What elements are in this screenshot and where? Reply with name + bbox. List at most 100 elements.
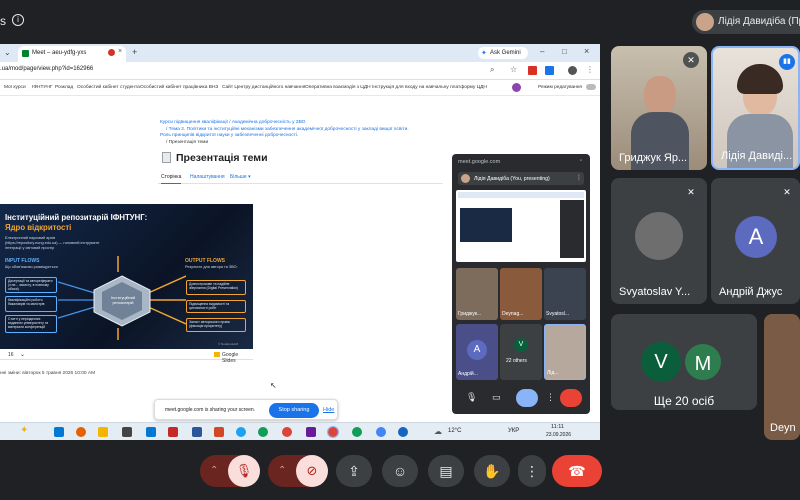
- store-icon[interactable]: [146, 427, 156, 437]
- mini-tile-name: Svyatosl...: [546, 311, 570, 317]
- shared-screen: ⌄ Meet – aeu-ydfg-yxs × + ✦ Ask Gemini –…: [0, 44, 600, 440]
- bookmarks-bar: Мої курси ІФНТУНГ Розклад Особистий кабі…: [0, 80, 600, 96]
- avatar: [635, 212, 683, 260]
- participant-tile[interactable]: Deyn: [764, 314, 800, 440]
- output-item: Підвищення видимості та цитованості робі…: [186, 300, 246, 313]
- tab-page[interactable]: Сторінка: [161, 174, 182, 184]
- extension-icon[interactable]: [528, 66, 537, 75]
- tab-more[interactable]: Більше ▾: [230, 174, 251, 180]
- app-icon[interactable]: [398, 427, 408, 437]
- leave-call-button[interactable]: ☎: [552, 455, 602, 487]
- app-icon[interactable]: [122, 427, 132, 437]
- bookmark-item[interactable]: Оперативна взаємодія з ЦДН: [305, 85, 371, 90]
- widgets-icon[interactable]: ✦: [20, 425, 28, 436]
- app-icon[interactable]: [168, 427, 178, 437]
- app-icon[interactable]: [236, 427, 246, 437]
- folder-icon[interactable]: [98, 427, 108, 437]
- bookmark-item[interactable]: ІФНТУНГ: [32, 85, 52, 90]
- more-options-button[interactable]: ⋮: [518, 455, 546, 487]
- raise-hand-button[interactable]: ✋: [474, 455, 510, 487]
- more-participants-tile[interactable]: V M Ще 20 осіб: [611, 314, 757, 410]
- browser-tab[interactable]: Meet – aeu-ydfg-yxs ×: [18, 46, 126, 62]
- word-icon[interactable]: [192, 427, 202, 437]
- end-call-button[interactable]: [560, 389, 582, 407]
- mic-off-icon[interactable]: 🎙: [228, 455, 260, 487]
- participant-tile[interactable]: ✕ Гриджук Яр...: [611, 46, 707, 170]
- more-options-icon[interactable]: ⋮: [576, 174, 582, 181]
- profile-icon[interactable]: [568, 66, 577, 75]
- chrome-icon[interactable]: [327, 426, 339, 438]
- zoom-icon[interactable]: ⌕: [490, 65, 494, 75]
- menu-icon[interactable]: ⋮: [586, 65, 594, 74]
- temperature: 12°C: [448, 428, 462, 434]
- avatar: A: [467, 340, 487, 360]
- chevron-up-icon[interactable]: ⌃: [278, 455, 286, 487]
- new-tab-button[interactable]: +: [132, 47, 137, 57]
- captions-button[interactable]: ▤: [428, 455, 464, 487]
- edit-mode-toggle[interactable]: [586, 84, 596, 90]
- chrome-icon[interactable]: [282, 427, 292, 437]
- extension-icon[interactable]: [545, 66, 554, 75]
- info-icon[interactable]: i: [12, 14, 24, 26]
- bookmark-item[interactable]: Інструкція для входу на навчальну платфо…: [372, 85, 487, 90]
- participant-name: Лідія Давиді...: [721, 150, 793, 162]
- user-avatar[interactable]: [512, 83, 521, 92]
- microphone-icon[interactable]: 🎙: [466, 392, 477, 403]
- others-count: 22 others: [506, 358, 527, 364]
- bookmark-item[interactable]: Розклад: [55, 85, 73, 90]
- start-icon[interactable]: [54, 427, 64, 437]
- breadcrumb-item[interactable]: Роль принципів відкритої науки у забезпе…: [160, 133, 298, 138]
- bookmark-item[interactable]: Сайт Центру дистанційного навчання: [222, 85, 305, 90]
- breadcrumb-item[interactable]: / Академічна доброчесність у ЗВО: [229, 120, 305, 125]
- mic-control[interactable]: ⌃ 🎙: [200, 455, 260, 487]
- chrome-icon[interactable]: [352, 427, 362, 437]
- address-bar[interactable]: .ua/mod/page/view.php?id=162966 ⌕ ☆ ⋮: [0, 62, 600, 80]
- chevron-up-icon[interactable]: ⌃: [210, 455, 218, 487]
- camera-control[interactable]: ⌃ ⊘: [268, 455, 328, 487]
- breadcrumb-item[interactable]: / Тема 2. Політики та інституційні механ…: [166, 127, 409, 132]
- maximize-icon[interactable]: □: [562, 47, 567, 56]
- google-slides-link[interactable]: Google Slides: [222, 352, 253, 364]
- camera-off-icon[interactable]: ⊘: [296, 455, 328, 487]
- close-window-icon[interactable]: ×: [584, 46, 589, 56]
- star-icon[interactable]: ☆: [510, 65, 517, 74]
- present-button[interactable]: [516, 389, 538, 407]
- more-options-icon: ⋮: [525, 463, 539, 479]
- ask-gemini-button[interactable]: ✦ Ask Gemini: [478, 47, 528, 59]
- language-indicator[interactable]: УКР: [508, 428, 519, 434]
- output-flows-sub: Результат для автора та ЗВО:: [185, 265, 238, 269]
- mini-meet-window[interactable]: meet.google.com ▫ Лідія Давидіба (You, p…: [452, 154, 590, 414]
- self-preview: [456, 190, 586, 262]
- close-icon[interactable]: ▫: [580, 158, 582, 164]
- app-icon[interactable]: [306, 427, 316, 437]
- participant-tile[interactable]: A ✕ Андрій Джус: [711, 178, 800, 304]
- tab-search-icon[interactable]: ⌄: [4, 48, 11, 57]
- participant-tile[interactable]: ✕ Svyatoslav Y...: [611, 178, 707, 304]
- minimize-icon[interactable]: –: [540, 47, 544, 56]
- bookmark-item[interactable]: Особистий кабінет студента: [77, 85, 140, 90]
- firefox-icon[interactable]: [76, 427, 86, 437]
- slide-title-accent: Ядро відкритості: [5, 223, 72, 232]
- emoji-button[interactable]: ☺: [382, 455, 418, 487]
- mini-controls: 🎙 ▭ ⋮: [452, 384, 590, 414]
- more-options-icon[interactable]: ⋮: [546, 392, 555, 403]
- close-tab-icon[interactable]: ×: [118, 48, 122, 55]
- breadcrumb-item[interactable]: Курси підвищення кваліфікації: [160, 120, 228, 125]
- presenter-chip[interactable]: Лідія Давидіба (Пр: [692, 10, 800, 34]
- url-text[interactable]: .ua/mod/page/view.php?id=162966: [0, 66, 93, 72]
- bookmark-item[interactable]: Особистий кабінет працівника ВНЗ: [140, 85, 218, 90]
- avatar: [461, 174, 470, 183]
- stop-sharing-button[interactable]: Stop sharing: [269, 403, 319, 418]
- edge-icon[interactable]: [258, 427, 268, 437]
- output-item: Довгострокове та надійне зберігання (Dig…: [186, 280, 246, 295]
- presentation-slide[interactable]: Інституційний репозитарій ІФНТУНГ: Ядро …: [0, 204, 253, 349]
- present-button[interactable]: ⇪: [336, 455, 372, 487]
- participant-tile[interactable]: ▮▮ Лідія Давиді...: [711, 46, 800, 170]
- chrome-icon[interactable]: [376, 427, 386, 437]
- camera-icon[interactable]: ▭: [492, 392, 501, 403]
- hide-link[interactable]: Hide: [323, 407, 334, 413]
- chevron-down-icon[interactable]: ⌄: [20, 351, 25, 358]
- tab-settings[interactable]: Налаштування: [190, 174, 225, 180]
- bookmark-item[interactable]: Мої курси: [4, 85, 26, 90]
- powerpoint-icon[interactable]: [214, 427, 224, 437]
